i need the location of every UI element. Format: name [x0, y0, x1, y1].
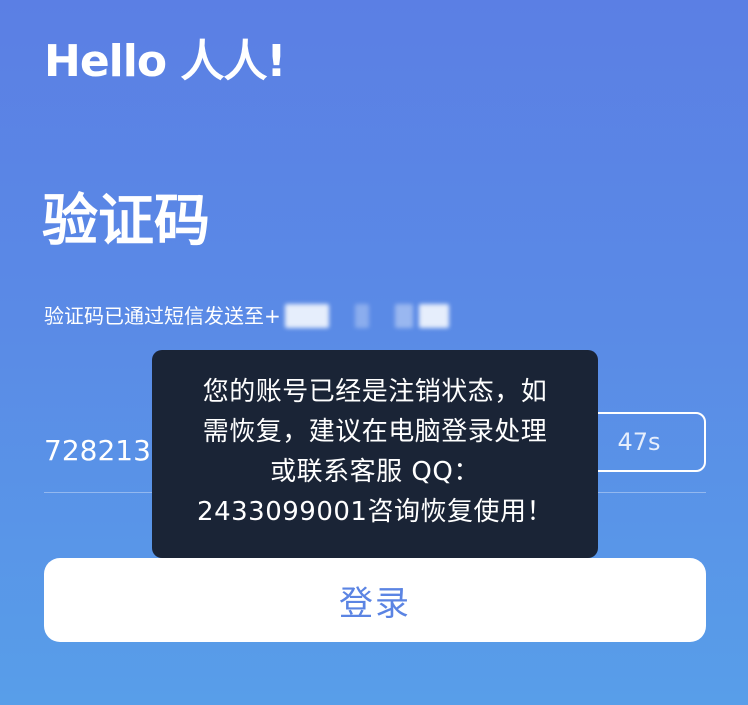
toast-line: 或联系客服 QQ： — [270, 457, 480, 487]
phone-mask-block — [418, 304, 449, 328]
toast-line: 需恢复，建议在电脑登录处理 — [202, 417, 548, 447]
login-button[interactable]: 登录 — [44, 558, 706, 642]
toast-line: 2433099001咨询恢复使用！ — [197, 497, 553, 527]
account-cancelled-toast: 您的账号已经是注销状态，如 需恢复，建议在电脑登录处理 或联系客服 QQ： 24… — [152, 350, 598, 558]
phone-mask-block — [284, 304, 329, 328]
phone-mask-block — [394, 304, 413, 328]
sms-hint-text: 验证码已通过短信发送至+ — [44, 304, 281, 328]
page-title: 验证码 — [42, 189, 210, 254]
masked-phone-number — [284, 303, 449, 329]
toast-line: 您的账号已经是注销状态，如 — [202, 377, 548, 407]
phone-mask-block — [354, 304, 369, 328]
sms-hint: 验证码已通过短信发送至+ — [44, 300, 449, 332]
app-logo: Hello 人人! — [44, 36, 286, 87]
